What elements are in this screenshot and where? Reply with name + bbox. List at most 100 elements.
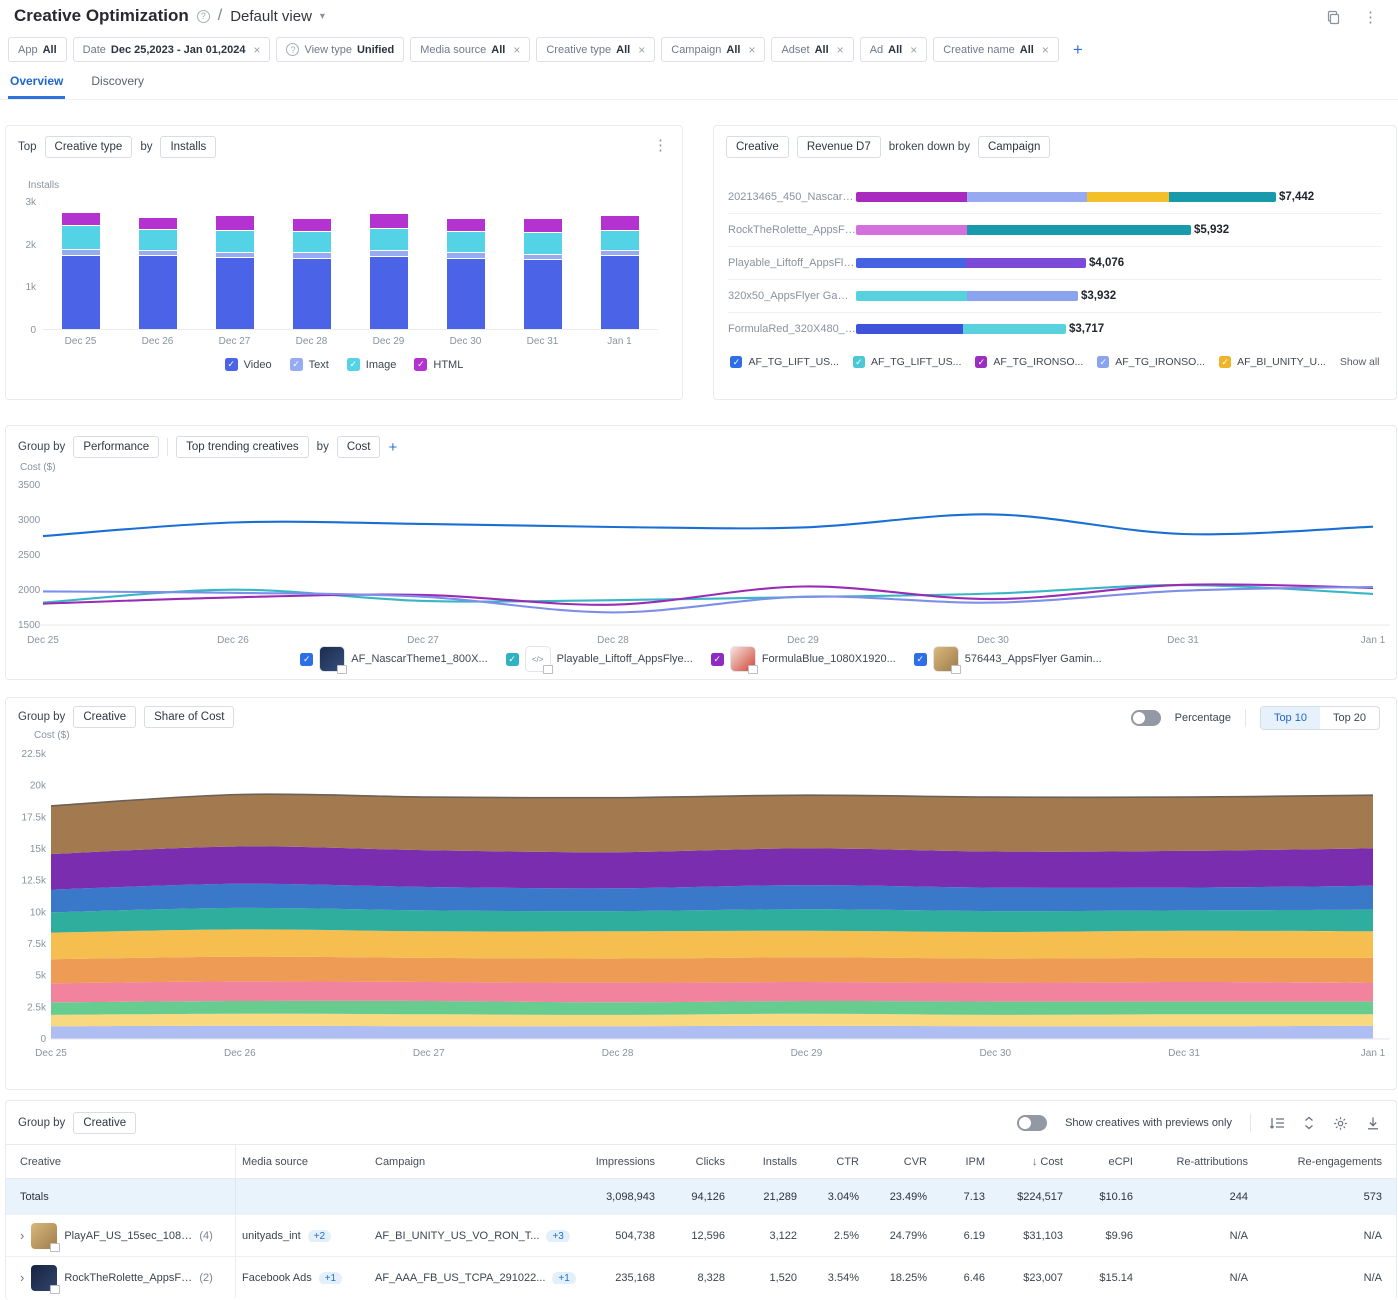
bar-dec-30[interactable] — [447, 219, 485, 329]
settings-gear-icon[interactable] — [1333, 1116, 1348, 1131]
x-tick-label: Jan 1 — [1361, 635, 1386, 646]
filter-chip[interactable]: Creative typeAll× — [536, 37, 655, 62]
revenue-bar[interactable] — [856, 291, 1078, 301]
filter-chip[interactable]: CampaignAll× — [661, 37, 765, 62]
campaign-badge[interactable]: +1 — [552, 1272, 575, 1284]
column-header-ctr[interactable]: CTR — [811, 1156, 873, 1168]
expand-rows-icon[interactable] — [1303, 1116, 1315, 1130]
remove-filter-icon[interactable]: × — [253, 44, 260, 56]
legend-checkbox[interactable]: ✓ — [347, 358, 360, 371]
column-header-impressions[interactable]: Impressions — [584, 1156, 669, 1168]
top-20-option[interactable]: Top 20 — [1320, 707, 1379, 729]
share-of-cost-select[interactable]: Share of Cost — [144, 706, 234, 728]
download-icon[interactable] — [1366, 1116, 1380, 1131]
expand-row-icon[interactable]: › — [20, 1270, 24, 1285]
revenue-bar[interactable] — [856, 225, 1191, 235]
creative-select[interactable]: Creative — [73, 706, 136, 728]
kebab-menu-icon[interactable]: ⋮ — [1363, 8, 1378, 26]
legend-checkbox[interactable]: ✓ — [225, 358, 238, 371]
add-metric-icon[interactable]: + — [388, 439, 397, 456]
column-header-installs[interactable]: Installs — [739, 1156, 811, 1168]
chevron-down-icon[interactable]: ▾ — [320, 11, 325, 22]
entity-select[interactable]: Creative — [726, 136, 789, 158]
bar-dec-29[interactable] — [370, 214, 408, 329]
legend-checkbox[interactable]: ✓ — [914, 653, 927, 666]
bar-dec-28[interactable] — [293, 219, 331, 329]
legend-checkbox[interactable]: ✓ — [414, 358, 427, 371]
bar-jan-1[interactable] — [601, 216, 639, 329]
legend-checkbox[interactable]: ✓ — [730, 356, 742, 368]
media-source-badge[interactable]: +1 — [319, 1272, 342, 1284]
legend-checkbox[interactable]: ✓ — [1219, 356, 1231, 368]
remove-filter-icon[interactable]: × — [1042, 44, 1049, 56]
column-header-re-engagements[interactable]: Re-engagements — [1262, 1156, 1396, 1168]
remove-filter-icon[interactable]: × — [748, 44, 755, 56]
remove-filter-icon[interactable]: × — [837, 44, 844, 56]
top-10-option[interactable]: Top 10 — [1261, 707, 1320, 729]
revenue-metric-select[interactable]: Revenue D7 — [797, 136, 881, 158]
column-header-cost[interactable]: ↓ Cost — [999, 1156, 1077, 1168]
metric-select[interactable]: Installs — [160, 136, 216, 158]
expand-row-icon[interactable]: › — [20, 1228, 24, 1243]
legend-checkbox[interactable]: ✓ — [506, 653, 519, 666]
table-row[interactable]: ›PlayAF_US_15sec_1080X1920_6...(4)unitya… — [6, 1214, 1396, 1256]
remove-filter-icon[interactable]: × — [513, 44, 520, 56]
bar-x-axis-labels: Dec 25Dec 26Dec 27Dec 28Dec 29Dec 30Dec … — [42, 336, 658, 347]
column-header-clicks[interactable]: Clicks — [669, 1156, 739, 1168]
media-source-badge[interactable]: +2 — [308, 1230, 331, 1242]
filter-chip[interactable]: AdsetAll× — [771, 37, 853, 62]
campaign-badge[interactable]: +3 — [546, 1230, 569, 1242]
breakdown-dimension-select[interactable]: Campaign — [978, 136, 1050, 158]
card-a-kebab-icon[interactable]: ⋮ — [653, 136, 668, 154]
cost-metric-select[interactable]: Cost — [337, 436, 381, 458]
filter-chip[interactable]: ?View typeUnified — [276, 37, 404, 62]
filter-chip[interactable]: AppAll — [8, 37, 67, 62]
filter-value: All — [1020, 44, 1034, 56]
add-filter-button[interactable]: + — [1073, 40, 1083, 60]
tab-overview[interactable]: Overview — [8, 68, 65, 99]
dimension-select[interactable]: Creative type — [45, 136, 133, 158]
column-header-creative[interactable]: Creative — [6, 1145, 236, 1178]
filter-value: All — [491, 44, 505, 56]
remove-filter-icon[interactable]: × — [910, 44, 917, 56]
legend-checkbox[interactable]: ✓ — [853, 356, 865, 368]
trending-select[interactable]: Top trending creatives — [176, 436, 309, 458]
table-creative-select[interactable]: Creative — [73, 1112, 136, 1134]
previews-only-toggle[interactable] — [1017, 1115, 1047, 1131]
column-header-re-attributions[interactable]: Re-attributions — [1147, 1156, 1262, 1168]
filter-label: Campaign — [671, 44, 721, 56]
top-n-segmented-control: Top 10 Top 20 — [1260, 706, 1380, 730]
performance-select[interactable]: Performance — [73, 436, 159, 458]
legend-checkbox[interactable]: ✓ — [711, 653, 724, 666]
table-row[interactable]: ›RockTheRolette_AppsFlyer_1200...(2)Face… — [6, 1256, 1396, 1298]
view-selector[interactable]: Default view — [230, 8, 312, 25]
row-height-icon[interactable] — [1269, 1116, 1285, 1130]
bar-dec-31[interactable] — [524, 219, 562, 329]
show-all-link[interactable]: Show all — [1340, 356, 1380, 368]
column-header-cvr[interactable]: CVR — [873, 1156, 941, 1168]
revenue-bar[interactable] — [856, 192, 1276, 202]
copy-icon[interactable] — [1326, 10, 1341, 25]
tab-discovery[interactable]: Discovery — [89, 68, 146, 99]
legend-checkbox[interactable]: ✓ — [975, 356, 987, 368]
column-header-ecpi[interactable]: eCPI — [1077, 1156, 1147, 1168]
bar-cell — [350, 202, 427, 329]
bar-dec-26[interactable] — [139, 218, 177, 329]
filter-chip[interactable]: DateDec 25,2023 - Jan 01,2024× — [73, 37, 271, 62]
legend-checkbox[interactable]: ✓ — [1097, 356, 1109, 368]
revenue-bar[interactable] — [856, 324, 1066, 334]
column-header-media-source[interactable]: Media source — [236, 1156, 369, 1168]
percentage-toggle[interactable] — [1131, 710, 1161, 726]
revenue-bar[interactable] — [856, 258, 1086, 268]
filter-chip[interactable]: Creative nameAll× — [933, 37, 1059, 62]
bar-dec-25[interactable] — [62, 213, 100, 329]
line-chart: 15002000250030003500Dec 25Dec 26Dec 27De… — [6, 471, 1396, 651]
filter-chip[interactable]: AdAll× — [860, 37, 928, 62]
remove-filter-icon[interactable]: × — [638, 44, 645, 56]
filter-chip[interactable]: Media sourceAll× — [410, 37, 530, 62]
column-header-ipm[interactable]: IPM — [941, 1156, 999, 1168]
legend-checkbox[interactable]: ✓ — [290, 358, 303, 371]
legend-checkbox[interactable]: ✓ — [300, 653, 313, 666]
column-header-campaign[interactable]: Campaign — [369, 1156, 584, 1168]
bar-dec-27[interactable] — [216, 216, 254, 329]
